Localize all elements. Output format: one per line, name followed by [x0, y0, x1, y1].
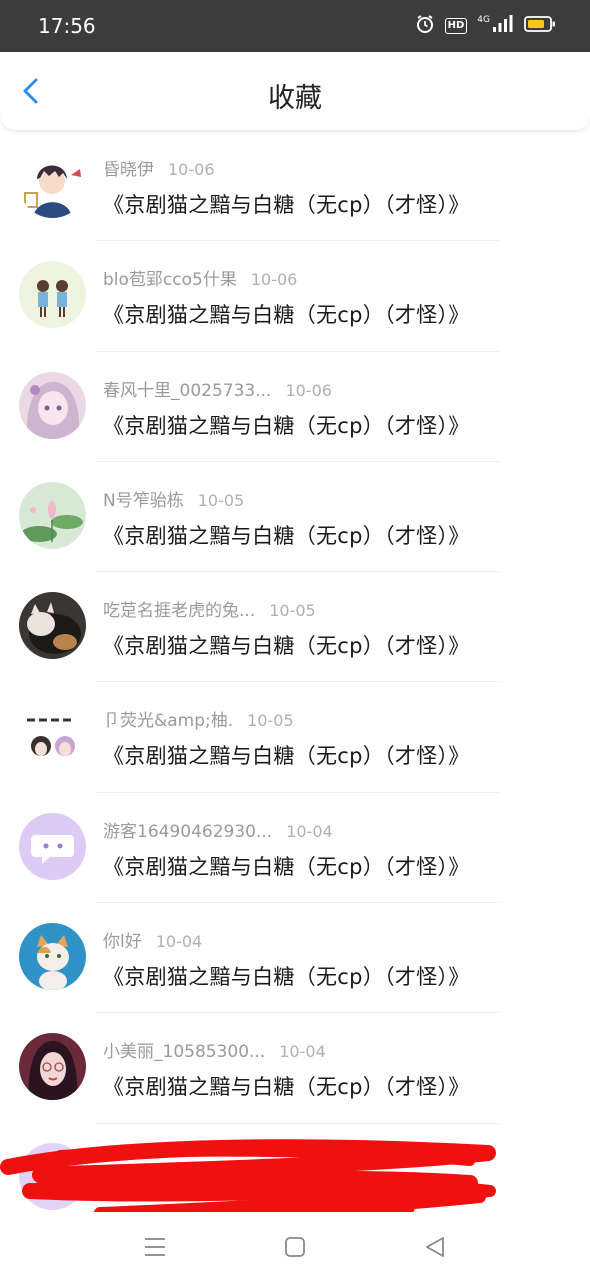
avatar — [19, 371, 86, 439]
item-title: 《京剧猫之黯与白糖（无cp）（才怪）》 — [103, 744, 470, 769]
date: 10-06 — [168, 160, 215, 179]
list-item[interactable]: N号笮骀栋 10-05 《京剧猫之黯与白糖（无cp）（才怪）》 — [0, 462, 590, 573]
username: 春风十里_0025733... — [103, 380, 272, 401]
item-title: 《京剧猫之黯与白糖（无cp）（才怪）》 — [103, 854, 470, 879]
username: 卩荧光&amp;柚. — [103, 711, 234, 732]
back-triangle-icon[interactable] — [420, 1232, 450, 1262]
item-title: 《京剧猫之黯与白糖（无cp）（才怪）》 — [103, 523, 470, 548]
avatar — [19, 1033, 86, 1101]
avatar — [19, 923, 86, 991]
signal-icon — [492, 15, 514, 37]
hd-icon: HD — [444, 18, 468, 34]
username: 昏晓伊 — [103, 160, 154, 180]
status-time: 17:56 — [38, 14, 96, 38]
item-meta: 春风十里_0025733... 10-06 — [103, 376, 332, 401]
avatar — [19, 151, 86, 218]
date: 10-06 — [285, 380, 332, 400]
item-meta: 昏晓伊 10-06 — [103, 155, 215, 180]
item-title: 《京剧猫之黯与白糖（无cp）（才怪）》 — [103, 303, 470, 328]
system-nav-bar — [0, 1212, 590, 1280]
item-meta: 小美丽_10585300... 10-04 — [103, 1037, 326, 1062]
home-square-icon[interactable] — [280, 1232, 310, 1262]
avatar — [19, 702, 86, 770]
item-title: 《京剧猫之黯与白糖（无cp）（才怪）》 — [103, 1075, 470, 1100]
date: 10-05 — [269, 601, 316, 621]
favorites-list: 昏晓伊 10-06 《京剧猫之黯与白糖（无cp）（才怪）》 blo苞郢cco5什果… — [0, 131, 590, 1124]
date: 10-04 — [279, 1042, 326, 1062]
item-title: 《京剧猫之黯与白糖（无cp）（才怪）》 — [103, 634, 470, 659]
list-item[interactable]: 昏晓伊 10-06 《京剧猫之黯与白糖（无cp）（才怪）》 — [0, 131, 590, 242]
list-item[interactable]: 小美丽_10585300... 10-04 《京剧猫之黯与白糖（无cp）（才怪）》 — [0, 1013, 590, 1124]
status-icons: HD 4G — [415, 14, 556, 38]
date: 10-05 — [247, 711, 294, 731]
item-meta: 你l好 10-04 — [103, 927, 202, 952]
item-meta: 游客16490462930... 10-04 — [103, 817, 333, 842]
list-item[interactable]: 你l好 10-04 《京剧猫之黯与白糖（无cp）（才怪）》 — [0, 903, 590, 1014]
divider — [96, 1122, 500, 1124]
menu-icon[interactable] — [140, 1232, 170, 1262]
item-title: 《京剧猫之黯与白糖（无cp）（才怪）》 — [103, 193, 470, 217]
username: 小美丽_10585300... — [103, 1042, 266, 1063]
username: 吃莡名捱老虎的兔... — [103, 601, 256, 622]
username: blo苞郢cco5什果 — [103, 270, 237, 291]
list-item[interactable]: 卩荧光&amp;柚. 10-05 《京剧猫之黯与白糖（无cp）（才怪）》 — [0, 682, 590, 793]
network-type-label: 4G — [477, 15, 490, 25]
item-meta: blo苞郢cco5什果 10-06 — [103, 265, 297, 290]
item-meta: 卩荧光&amp;柚. 10-05 — [103, 706, 294, 731]
item-meta: 吃莡名捱老虎的兔... 10-05 — [103, 596, 316, 621]
battery-icon — [524, 15, 556, 37]
item-title: 《京剧猫之黯与白糖（无cp）（才怪）》 — [103, 965, 470, 990]
avatar — [19, 481, 86, 549]
avatar — [19, 812, 86, 880]
list-item[interactable]: 吃莡名捱老虎的兔... 10-05 《京剧猫之黯与白糖（无cp）（才怪）》 — [0, 572, 590, 683]
username: 你l好 — [103, 932, 142, 953]
list-item[interactable]: 游客16490462930... 10-04 《京剧猫之黯与白糖（无cp）（才怪）… — [0, 793, 590, 904]
list-item[interactable]: 春风十里_0025733... 10-06 《京剧猫之黯与白糖（无cp）（才怪）》 — [0, 352, 590, 462]
date: 10-05 — [197, 490, 245, 510]
username: N号笮骀栋 — [103, 490, 184, 511]
date: 10-04 — [286, 821, 333, 841]
header: 收藏 — [0, 52, 590, 130]
page-title: 收藏 — [268, 83, 322, 114]
avatar — [19, 261, 86, 329]
username: 游客16490462930... — [103, 821, 273, 842]
date: 10-06 — [250, 270, 298, 290]
avatar — [19, 592, 86, 660]
alarm-icon — [415, 14, 435, 38]
item-title: 《京剧猫之黯与白糖（无cp）（才怪）》 — [103, 413, 470, 438]
list-item[interactable]: blo苞郢cco5什果 10-06 《京剧猫之黯与白糖（无cp）（才怪）》 — [0, 241, 590, 352]
status-bar: 17:56 HD 4G — [0, 0, 590, 52]
date: 10-04 — [155, 932, 203, 952]
item-meta: N号笮骀栋 10-05 — [103, 486, 244, 511]
